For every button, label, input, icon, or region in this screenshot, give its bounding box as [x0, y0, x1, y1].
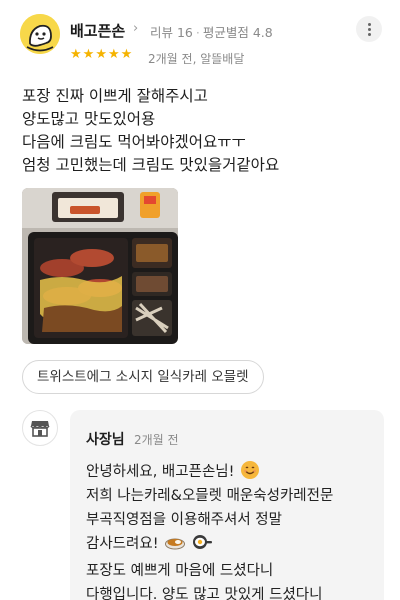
review-header: 배고픈손 › 리뷰 16 · 평균별점 4.8 ★ ★ ★ ★ ★ 2개월 전, 알뜰배달 — [0, 0, 400, 76]
review-date: 2개월 전, 알뜰배달 — [148, 52, 245, 66]
star-icon: ★ — [120, 47, 133, 62]
reviewer-nickname[interactable]: 배고픈손 — [70, 20, 125, 41]
reviewer-meta: 리뷰 16 · 평균별점 4.8 — [150, 22, 273, 41]
review-count: 리뷰 16 — [150, 25, 193, 40]
owner-reply-line: 감사드려요! — [86, 536, 159, 552]
owner-reply-line: 다행입니다. 양도 많고 맛있게 드셨다니 — [86, 587, 323, 600]
review-text-line: 양도많고 맛도있어용 — [22, 110, 156, 128]
smiling-face-emoji-icon — [241, 461, 260, 479]
duck-avatar-icon — [20, 14, 60, 54]
curry-rice-emoji-icon — [165, 533, 186, 559]
owner-reply-line: 저희 나는카레&오믈렛 매운숙성카레전문 — [86, 488, 334, 504]
rating-stars: ★ ★ ★ ★ ★ — [70, 48, 132, 62]
review-photo[interactable] — [22, 188, 178, 344]
meta-separator: · — [195, 25, 200, 40]
star-icon: ★ — [82, 47, 95, 62]
more-vertical-icon — [367, 22, 371, 26]
owner-avatar — [22, 410, 58, 446]
owner-reply-date: 2개월 전 — [134, 433, 179, 447]
star-icon: ★ — [107, 47, 120, 62]
chevron-right-icon[interactable]: › — [133, 21, 138, 36]
review-text-line: 포장 진짜 이쁘게 잘해주시고 — [22, 87, 208, 105]
review-text-line: 다음에 크림도 먹어봐야겠어요ㅠㅜ — [22, 133, 246, 151]
average-rating: 평균별점 4.8 — [202, 25, 273, 40]
menu-tag-button[interactable]: 트위스트에그 소시지 일식카레 오믈렛 — [22, 360, 264, 394]
owner-reply-line: 포장도 예쁘게 마음에 드셨다니 — [86, 563, 274, 579]
owner-name: 사장님 — [86, 432, 125, 448]
food-photo-image — [22, 188, 178, 344]
star-icon: ★ — [70, 47, 82, 62]
owner-reply-card: 사장님 2개월 전 안녕하세요, 배고픈손님! 저희 나는카레&오믈렛 매운숙성… — [70, 410, 384, 600]
review-text: 포장 진짜 이쁘게 잘해주시고 양도많고 맛도있어용 다음에 크림도 먹어봐야겠… — [22, 85, 382, 177]
star-icon: ★ — [95, 47, 107, 62]
owner-reply-line: 안녕하세요, 배고픈손님! — [86, 464, 235, 480]
more-options-button[interactable] — [356, 16, 382, 42]
frying-pan-egg-emoji-icon — [192, 533, 212, 559]
reviewer-avatar[interactable] — [20, 14, 60, 54]
review-text-line: 엄청 고민했는데 크림도 맛있을거같아요 — [22, 156, 280, 174]
owner-reply-line: 부곡직영점을 이용해주셔서 정말 — [86, 512, 282, 528]
store-icon — [30, 421, 50, 437]
owner-reply-text: 안녕하세요, 배고픈손님! 저희 나는카레&오믈렛 매운숙성카레전문 부곡직영점… — [86, 460, 376, 600]
